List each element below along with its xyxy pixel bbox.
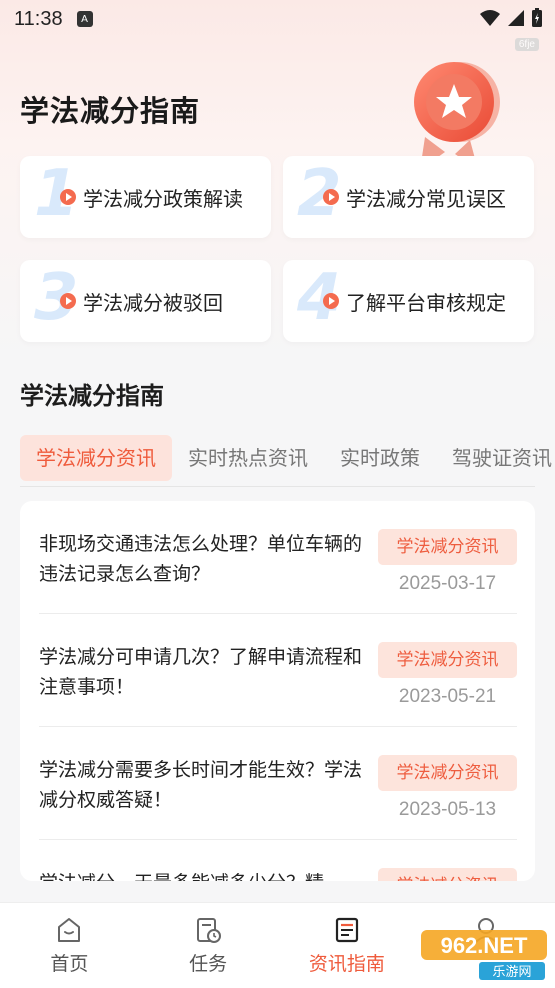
tabs-divider [20, 486, 535, 487]
card-label: 学法减分政策解读 [83, 187, 243, 211]
nav-tasks[interactable]: 任务 [139, 903, 278, 988]
nav-home[interactable]: 首页 [0, 903, 139, 988]
wifi-icon [480, 10, 500, 26]
guide-card-review-rules[interactable]: 4 了解平台审核规定 [283, 260, 534, 342]
news-item[interactable]: 学法减分一天最多能减多少分？精 学法减分资讯 [20, 840, 535, 881]
news-headline: 学法减分可申请几次？了解申请流程和注意事项！ [39, 646, 363, 698]
play-icon [323, 293, 339, 309]
play-icon [60, 189, 76, 205]
site-logo-subtext: 乐游网 [492, 965, 531, 980]
notification-icon: A [76, 11, 93, 27]
guide-card-misconceptions[interactable]: 2 学法减分常见误区 [283, 156, 534, 238]
page-title: 学法减分指南 [20, 94, 201, 128]
nav-news-guide[interactable]: 资讯指南 [278, 903, 417, 988]
site-logo: 962.NET 乐游网 [421, 930, 547, 980]
news-date: 2023-05-13 [398, 799, 497, 820]
guide-card-policy[interactable]: 1 学法减分政策解读 [20, 156, 271, 238]
play-icon [323, 189, 339, 205]
home-icon [58, 918, 81, 942]
nav-label: 资讯指南 [308, 953, 385, 975]
news-date: 2025-03-17 [398, 573, 497, 594]
guide-card-rejected[interactable]: 3 学法减分被驳回 [20, 260, 271, 342]
news-item[interactable]: 学法减分可申请几次？了解申请流程和注意事项！ 学法减分资讯 2023-05-21 [20, 614, 535, 727]
tab-policy[interactable]: 实时政策 [324, 435, 436, 481]
news-date: 2023-05-21 [398, 686, 497, 707]
watermark-tag: 6fje [514, 38, 539, 51]
nav-label: 首页 [50, 953, 89, 975]
news-headline: 学法减分需要多长时间才能生效？学法减分权威答疑！ [39, 759, 363, 811]
medal-icon [414, 62, 500, 170]
news-category-tag: 学法减分资讯 [378, 868, 517, 881]
site-logo-text: 962.NET [441, 933, 528, 958]
task-icon [197, 918, 222, 943]
card-label: 学法减分常见误区 [346, 187, 506, 211]
nav-label: 任务 [189, 953, 228, 975]
status-time: 11:38 [14, 7, 63, 30]
category-tabs: 学法减分资讯 实时热点资讯 实时政策 驾驶证资讯 [20, 432, 555, 484]
status-bar: 11:38 A [0, 0, 555, 38]
signal-icon [508, 10, 524, 26]
news-headline: 学法减分一天最多能减多少分？精 [39, 868, 364, 881]
status-indicators [479, 8, 543, 28]
tab-hot-news[interactable]: 实时热点资讯 [172, 435, 324, 481]
news-category-tag: 学法减分资讯 [378, 529, 517, 565]
news-category-tag: 学法减分资讯 [378, 642, 517, 678]
news-category-tag: 学法减分资讯 [378, 755, 517, 791]
news-item[interactable]: 学法减分需要多长时间才能生效？学法减分权威答疑！ 学法减分资讯 2023-05-… [20, 727, 535, 840]
card-label: 了解平台审核规定 [346, 291, 506, 315]
news-guide-icon [335, 917, 358, 943]
tab-law-study-news[interactable]: 学法减分资讯 [20, 435, 172, 481]
news-headline: 非现场交通违法怎么处理？单位车辆的违法记录怎么查询？ [39, 533, 363, 585]
news-item[interactable]: 非现场交通违法怎么处理？单位车辆的违法记录怎么查询？ 学法减分资讯 2025-0… [20, 501, 535, 614]
tab-license-news[interactable]: 驾驶证资讯 [436, 435, 555, 481]
news-list: 非现场交通违法怎么处理？单位车辆的违法记录怎么查询？ 学法减分资讯 2025-0… [20, 501, 535, 881]
play-icon [60, 293, 76, 309]
battery-icon [532, 8, 542, 27]
card-label: 学法减分被驳回 [83, 291, 223, 315]
section-title: 学法减分指南 [20, 382, 164, 410]
